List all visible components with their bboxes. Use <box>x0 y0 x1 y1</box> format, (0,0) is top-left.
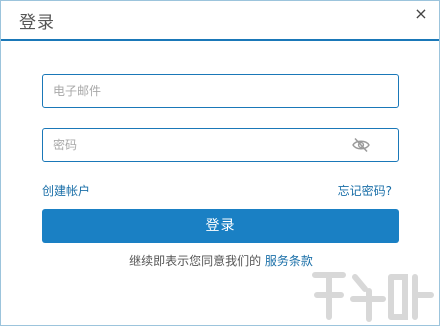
watermark-logo <box>312 272 434 322</box>
password-field[interactable] <box>42 128 399 162</box>
eye-hidden-icon[interactable] <box>352 137 370 153</box>
forgot-password-link[interactable]: 忘记密码? <box>338 182 392 199</box>
create-account-link[interactable]: 创建帐户 <box>42 182 90 199</box>
dialog-title: 登录 <box>19 13 55 33</box>
close-icon[interactable]: × <box>411 4 431 24</box>
terms-of-service-link[interactable]: 服务条款 <box>265 254 313 268</box>
password-input[interactable] <box>43 129 398 161</box>
terms-prefix: 继续即表示您同意我们的 <box>129 254 262 268</box>
title-bar: 登录 × <box>1 1 439 41</box>
login-button[interactable]: 登录 <box>42 209 399 243</box>
email-field[interactable] <box>42 74 399 108</box>
login-dialog: 登录 × 创建帐户 忘记密码? 登录 继续即表示您同意我们的 服务条款 <box>0 0 440 326</box>
email-input[interactable] <box>43 75 398 107</box>
